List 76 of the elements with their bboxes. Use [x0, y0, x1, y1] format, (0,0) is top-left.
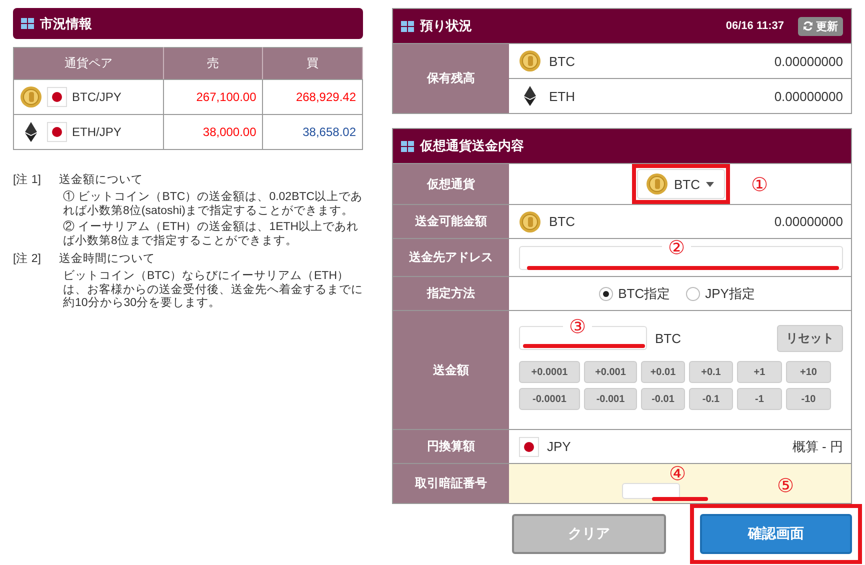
radio-label: BTC指定 — [618, 284, 670, 302]
buy-price: 38,658.02 — [302, 125, 356, 139]
sell-price: 267,100.00 — [196, 90, 256, 104]
currency-name: ETH — [549, 88, 575, 104]
unit-label: BTC — [655, 330, 681, 346]
row-label: 仮想通貨 — [393, 164, 509, 204]
row-label: 保有残高 — [393, 44, 509, 113]
note-text: ビットコイン（BTC）ならびにイーサリアム（ETH）は、お客様からの送金受付後、送金先へ着金するまでに約10分から30分を要します。 — [62, 270, 363, 312]
pair-name: ETH/JPY — [72, 125, 122, 139]
radio-label: JPY指定 — [705, 284, 755, 302]
grid-icon — [401, 140, 414, 152]
step-button[interactable]: -1 — [737, 388, 782, 410]
coin-icon — [646, 173, 668, 195]
note-label: [注 1] — [13, 174, 42, 188]
step-button[interactable]: +1 — [737, 361, 782, 383]
coin-icon — [519, 50, 541, 72]
refresh-icon — [803, 21, 813, 31]
panel-title: 仮想通貨送金内容 — [420, 137, 525, 155]
radio-icon[interactable] — [599, 286, 614, 300]
row-label: 送金先アドレス — [393, 239, 509, 276]
note-title: 送金額について — [59, 174, 144, 188]
select-value: BTC — [674, 176, 700, 192]
note-text: ② イーサリアム（ETH）の送金額は、1ETH以上であれば小数第8位まで指定することができます。 — [62, 221, 360, 249]
step-button[interactable]: +0.1 — [689, 361, 733, 383]
radio-option[interactable]: BTC指定 — [599, 284, 670, 302]
japan-flag-icon — [519, 436, 539, 456]
currency-name: JPY — [547, 439, 571, 454]
sell-price: 38,000.00 — [202, 125, 256, 139]
annotation-number: ⑤ — [776, 477, 795, 496]
currency-name: BTC — [549, 214, 575, 229]
radio-icon[interactable] — [686, 286, 700, 300]
row-label: 送金可能金額 — [393, 205, 509, 238]
radio-option[interactable]: JPY指定 — [686, 284, 755, 302]
japan-flag-icon — [47, 122, 67, 142]
refresh-button[interactable]: 更新 — [798, 16, 843, 36]
step-button[interactable]: +0.001 — [584, 361, 637, 383]
column-header: 売 — [163, 48, 263, 80]
step-button[interactable]: +10 — [786, 361, 831, 383]
japan-flag-icon — [47, 87, 67, 107]
annotation-number: ① — [750, 176, 769, 195]
timestamp: 06/16 11:37 — [726, 20, 784, 32]
note-label: [注 2] — [13, 252, 42, 267]
note-title: 送金時間について — [59, 252, 156, 267]
buy-price: 268,929.42 — [296, 90, 356, 104]
column-header: 通貨ペア — [14, 48, 164, 80]
pin-field[interactable] — [622, 483, 680, 499]
caret-icon — [706, 182, 714, 186]
step-button[interactable]: -0.0001 — [519, 388, 580, 410]
currency-name: BTC — [549, 54, 575, 68]
row-label: 指定方法 — [393, 277, 509, 310]
coin-icon — [519, 210, 541, 232]
panel-title: 市況情報 — [40, 14, 93, 32]
step-button[interactable]: +0.01 — [641, 361, 685, 383]
balance-amount: 0.00000000 — [774, 54, 843, 68]
grid-icon — [401, 20, 414, 32]
balance-amount: 0.00000000 — [774, 214, 843, 229]
annotation-number: ④ — [668, 465, 687, 484]
estimate-text: 概算 - 円 — [792, 438, 843, 456]
column-header: 買 — [262, 48, 362, 80]
row-label: 取引暗証番号 — [393, 464, 509, 503]
step-button[interactable]: -0.001 — [584, 388, 637, 410]
row-label: 送金額 — [393, 311, 509, 429]
step-button[interactable]: +0.0001 — [519, 361, 580, 383]
confirm-button[interactable]: 確認画面 — [700, 514, 852, 554]
reset-button[interactable]: リセット — [777, 324, 843, 352]
step-button[interactable]: -0.1 — [689, 388, 733, 410]
step-button[interactable]: -10 — [786, 388, 831, 410]
coin-icon — [20, 86, 42, 108]
grid-icon — [21, 18, 34, 29]
currency-select[interactable]: BTC — [637, 169, 725, 199]
pair-name: BTC/JPY — [72, 90, 122, 104]
step-button[interactable]: -0.01 — [641, 388, 685, 410]
panel-title: 預り状況 — [420, 17, 473, 35]
row-label: 円換算額 — [393, 430, 509, 463]
note-text: ① ビットコイン（BTC）の送金額は、0.02BTC以上であれば小数第8位(satoshi)まで指定することができます。 — [62, 190, 363, 218]
balance-amount: 0.00000000 — [774, 88, 843, 104]
